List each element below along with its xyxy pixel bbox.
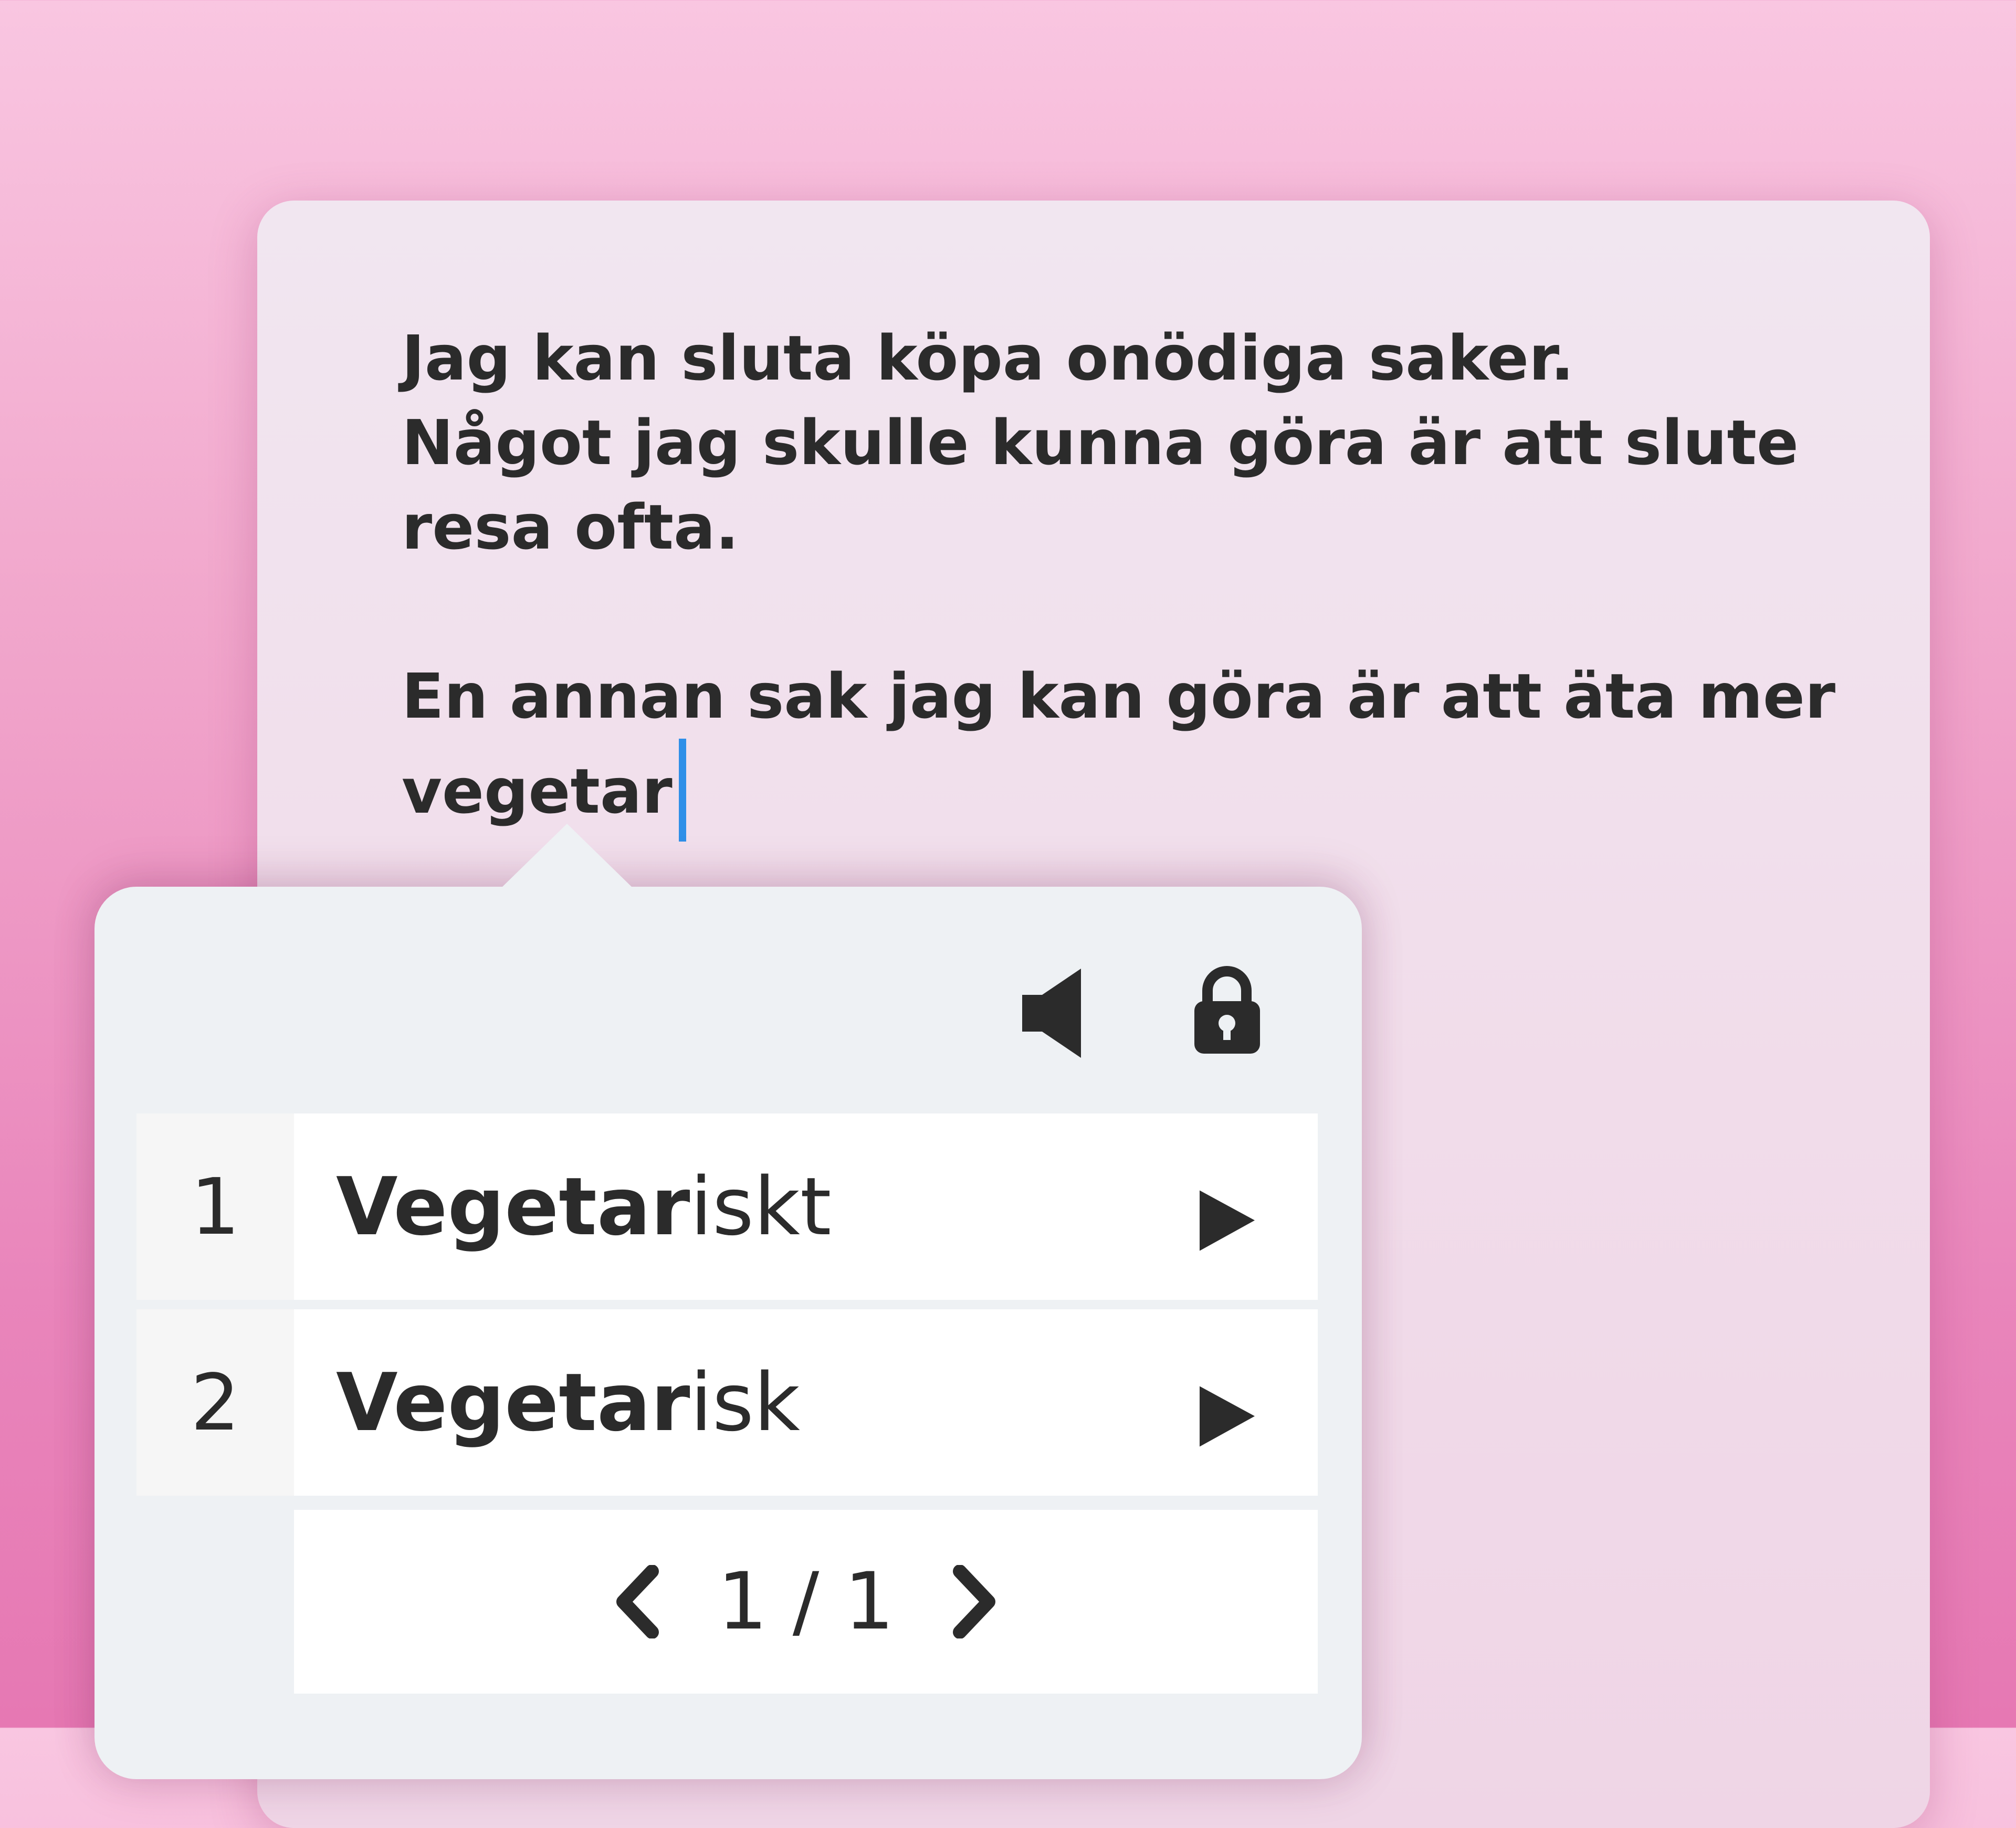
suggestion-match: Vegetar <box>336 1356 690 1449</box>
suggestion-word[interactable]: Vegetar isk <box>294 1309 1318 1496</box>
chevron-right-icon[interactable] <box>947 1562 1004 1641</box>
suggestion-number: 1 <box>136 1113 294 1300</box>
play-icon[interactable] <box>1200 1176 1255 1251</box>
suggestion-word[interactable]: Vegetar iskt <box>294 1113 1318 1300</box>
text-caret <box>678 739 686 842</box>
suggestion-item[interactable]: 1 Vegetar iskt <box>136 1113 1318 1300</box>
editor-line: resa ofta. <box>402 491 739 563</box>
suggestion-rest: isk <box>690 1356 800 1449</box>
suggestion-list: 1 Vegetar iskt 2 Vegetar isk <box>136 1113 1318 1505</box>
editor-line: En annan sak jag kan göra är att äta mer <box>402 660 1836 732</box>
word-prediction-popup: 1 Vegetar iskt 2 Vegetar isk 1 / 1 <box>94 824 1362 1779</box>
typing-word: vegetar <box>402 755 673 827</box>
suggestion-number: 2 <box>136 1309 294 1496</box>
chevron-left-icon[interactable] <box>607 1562 665 1641</box>
page-indicator: 1 / 1 <box>717 1556 895 1647</box>
pagination: 1 / 1 <box>294 1510 1318 1694</box>
popup-pointer <box>501 824 633 888</box>
speaker-icon[interactable] <box>1022 969 1088 1058</box>
editor-line: Något jag skulle kunna göra är att slute <box>402 406 1799 479</box>
editor-line: Jag kan sluta köpa onödiga saker. <box>402 322 1574 394</box>
lock-icon[interactable] <box>1192 964 1263 1054</box>
suggestion-match: Vegetar <box>336 1160 690 1253</box>
play-icon[interactable] <box>1200 1372 1255 1446</box>
editor-text[interactable]: Jag kan sluta köpa onödiga saker. Något … <box>402 316 1872 842</box>
suggestion-rest: iskt <box>690 1160 832 1253</box>
suggestion-item[interactable]: 2 Vegetar isk <box>136 1309 1318 1496</box>
